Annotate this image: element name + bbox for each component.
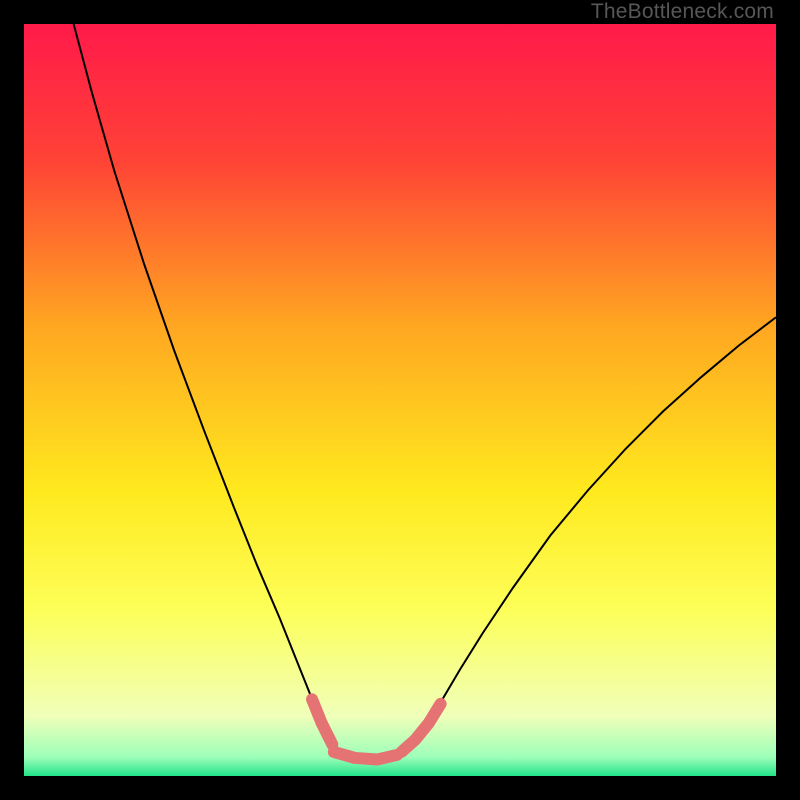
- series-highlight-bottom: [334, 752, 397, 760]
- chart-svg: [24, 24, 776, 776]
- chart-frame: [24, 24, 776, 776]
- watermark-text: TheBottleneck.com: [591, 0, 774, 24]
- gradient-background: [24, 24, 776, 776]
